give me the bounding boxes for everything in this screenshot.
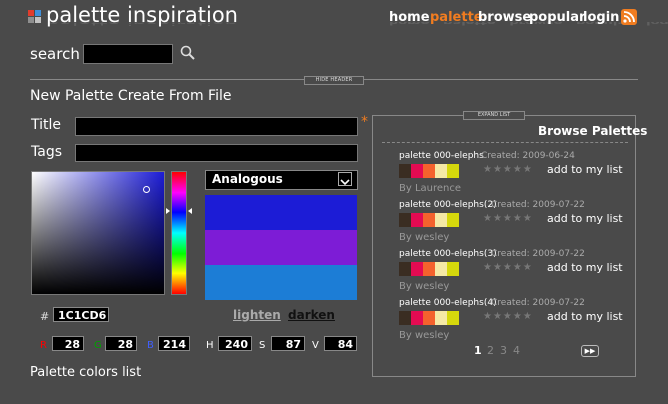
palette-swatch[interactable]	[399, 213, 411, 227]
palette-swatch[interactable]	[399, 164, 411, 178]
logo-square-red	[28, 10, 34, 16]
hex-input[interactable]: 1C1CD6	[53, 307, 109, 322]
lighten-link[interactable]: lighten	[233, 308, 281, 322]
add-to-my-list-link[interactable]: add to my list	[547, 310, 623, 323]
required-mark: *	[361, 114, 368, 130]
logo-reflection: palette inspiration	[46, 23, 238, 28]
scheme-swatch-1[interactable]	[205, 195, 357, 230]
next-page-button[interactable]: ▶▶	[581, 345, 599, 357]
b-label: B	[147, 340, 154, 351]
palette-created: Created: 2009-06-24	[481, 151, 575, 161]
rating-stars[interactable]: ★★★★★	[483, 213, 533, 224]
g-input[interactable]: 28	[105, 336, 137, 351]
palette-swatch[interactable]	[447, 311, 459, 325]
palette-created: Created: 2009-07-22	[491, 249, 585, 259]
logo-square-gray	[28, 17, 34, 23]
hide-header-toggle[interactable]: HIDE HEADER	[304, 76, 364, 85]
add-to-my-list-link[interactable]: add to my list	[547, 163, 623, 176]
palette-name[interactable]: palette 000-elephs(2)	[399, 200, 497, 210]
r-label: R	[40, 340, 47, 351]
b-input[interactable]: 214	[158, 336, 190, 351]
hue-slider[interactable]	[171, 171, 187, 295]
g-label: G	[94, 340, 102, 351]
page-title: New Palette Create From File	[30, 88, 232, 104]
palette-swatch[interactable]	[423, 213, 435, 227]
tags-label: Tags	[31, 144, 62, 160]
hue-slider-arrow-left[interactable]	[166, 208, 170, 214]
hex-hash-label: #	[40, 310, 50, 323]
hue-slider-arrow-right[interactable]	[188, 208, 192, 214]
title-input[interactable]	[75, 117, 358, 136]
palette-created: Created: 2009-07-22	[491, 200, 585, 210]
rating-stars[interactable]: ★★★★★	[483, 164, 533, 175]
nav-reflection-login: login	[646, 22, 668, 26]
palette-swatch[interactable]	[423, 311, 435, 325]
palette-swatch[interactable]	[423, 164, 435, 178]
page-3[interactable]: 3	[500, 344, 507, 357]
palette-swatch[interactable]	[435, 311, 447, 325]
chevron-down-icon[interactable]	[338, 172, 352, 186]
palette-colors-list-label: Palette colors list	[30, 365, 142, 380]
v-label: V	[312, 340, 319, 351]
palette-name[interactable]: palette 000-elephs(3)	[399, 249, 497, 259]
add-to-my-list-link[interactable]: add to my list	[547, 261, 623, 274]
nav-reflection-browse: browse	[509, 22, 563, 26]
s-input[interactable]: 87	[271, 336, 305, 351]
h-input[interactable]: 240	[218, 336, 252, 351]
palette-swatch[interactable]	[399, 311, 411, 325]
page-2[interactable]: 2	[487, 344, 494, 357]
palette-swatch[interactable]	[447, 262, 459, 276]
darken-link[interactable]: darken	[288, 308, 335, 322]
palette-author: By wesley	[399, 232, 450, 243]
palette-swatch[interactable]	[435, 262, 447, 276]
h-label: H	[206, 340, 214, 351]
r-input[interactable]: 28	[52, 336, 84, 351]
palette-name[interactable]: palette 000-elephs(4)	[399, 298, 497, 308]
scheme-selected-value[interactable]: Analogous	[212, 172, 283, 186]
rating-stars[interactable]: ★★★★★	[483, 262, 533, 273]
browse-title: Browse Palettes	[538, 124, 648, 138]
palette-swatch[interactable]	[435, 164, 447, 178]
add-to-my-list-link[interactable]: add to my list	[547, 212, 623, 225]
scheme-swatch-2[interactable]	[205, 230, 357, 265]
palette-swatch[interactable]	[411, 311, 423, 325]
nav-reflection-home: home	[389, 22, 430, 26]
scheme-swatch-3[interactable]	[205, 265, 357, 300]
palette-swatch[interactable]	[423, 262, 435, 276]
palette-swatch[interactable]	[447, 164, 459, 178]
page-1[interactable]: 1	[474, 344, 482, 357]
nav-reflection-palette: palette	[443, 22, 496, 26]
picker-cursor[interactable]	[143, 186, 150, 193]
logo-square-blue	[35, 10, 41, 16]
palette-swatch[interactable]	[435, 213, 447, 227]
search-label: search	[30, 45, 80, 63]
tags-input[interactable]	[75, 144, 358, 162]
s-label: S	[259, 340, 266, 351]
palette-created: Created: 2009-07-22	[491, 298, 585, 308]
page-4[interactable]: 4	[513, 344, 520, 357]
search-input[interactable]	[83, 44, 173, 64]
palette-author: By wesley	[399, 281, 450, 292]
palette-swatch[interactable]	[411, 164, 423, 178]
palette-author: By Laurence	[399, 183, 462, 194]
logo-square-light	[35, 17, 41, 23]
expand-list-toggle[interactable]: EXPAND LIST	[463, 111, 525, 120]
v-input[interactable]: 84	[324, 336, 357, 351]
rss-icon[interactable]	[621, 9, 637, 25]
palette-swatch[interactable]	[447, 213, 459, 227]
browse-divider	[382, 142, 628, 143]
rating-stars[interactable]: ★★★★★	[483, 311, 533, 322]
palette-author: By wesley	[399, 330, 450, 341]
palette-swatch[interactable]	[411, 262, 423, 276]
palette-swatch[interactable]	[399, 262, 411, 276]
palette-name[interactable]: palette 000-elephs	[399, 151, 484, 161]
magnifier-icon[interactable]	[179, 44, 197, 62]
title-label: Title	[31, 117, 62, 133]
palette-swatch[interactable]	[411, 213, 423, 227]
